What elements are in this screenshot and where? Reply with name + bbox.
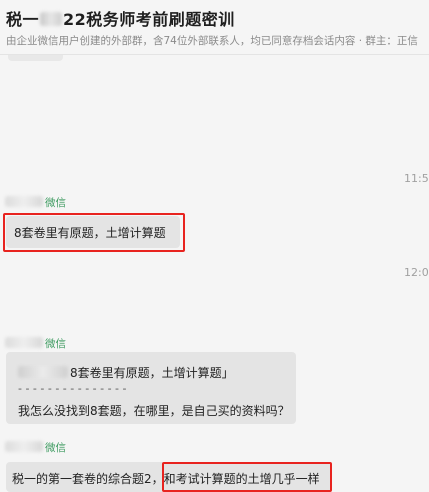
- timestamp: 12:0: [404, 266, 429, 279]
- highlight-box: [3, 213, 185, 252]
- chat-header: 税一 22税务师考前刷题密训 由企业微信用户创建的外部群，含74位外部联系人，均已…: [0, 0, 429, 55]
- timestamp: 11:5: [404, 172, 429, 185]
- highlight-box: [162, 462, 332, 492]
- redacted-blur: [5, 196, 43, 207]
- redacted-blur: [5, 337, 43, 348]
- redacted-blur: [18, 366, 68, 378]
- redacted-blur: [5, 441, 43, 452]
- group-subtitle: 由企业微信用户创建的外部群，含74位外部联系人，均已同意存档会话内容 · 群主：…: [6, 35, 418, 47]
- sender-name: 微信: [5, 440, 66, 455]
- sender-name: 微信: [5, 195, 66, 210]
- quoted-message: 8套卷里有原题，土增计算题」: [18, 364, 234, 381]
- message-bubble[interactable]: 8套卷里有原题，土增计算题」 - - - - - - - - - - - - -…: [6, 352, 296, 424]
- message-text: 我怎么没找到8套题，在哪里，是自己买的资料吗？: [18, 404, 290, 418]
- redacted-blur: [40, 12, 63, 26]
- group-title[interactable]: 税一 22税务师考前刷题密训: [6, 6, 235, 30]
- sender-name: 微信: [5, 336, 66, 351]
- previous-bubble-fragment: [8, 55, 63, 61]
- quote-separator: - - - - - - - - - - - - - - -: [18, 382, 127, 395]
